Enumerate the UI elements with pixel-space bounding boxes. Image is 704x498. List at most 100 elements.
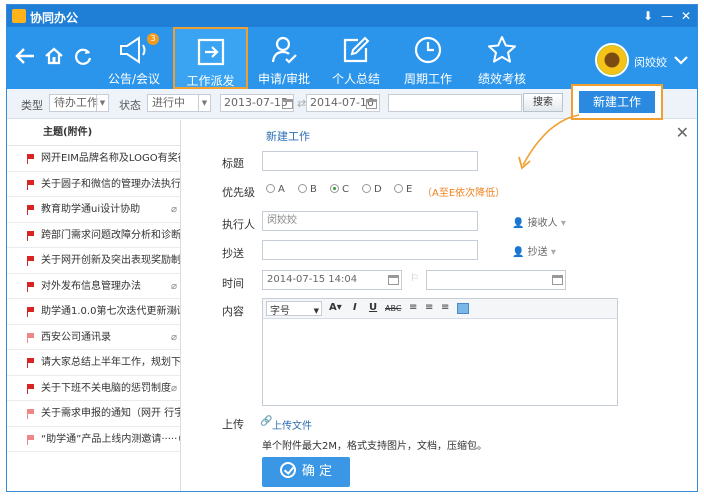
list-item[interactable]: 西安公司通讯录 ⌀ [7,325,180,350]
confirm-button[interactable]: 确 定 [262,457,350,487]
list-item[interactable]: 网开EIM品牌名称及LOGO有奖征集 [7,146,180,172]
filter-bar: 类型 待办工作 ▼ 状态 进行中 ▼ 2013-07-15 ⇄ 2014-07-… [7,84,697,120]
nav-label: 绩效考核 [477,72,526,86]
nav-label: 申请/审批 [257,72,311,86]
dropdown-arrow-icon: ▼ [313,307,319,315]
assignee-input[interactable]: 闵姣姣 [262,211,478,231]
list-item[interactable]: 助学通1.0.0第七次迭代更新测试 ⌀ [7,299,180,325]
list-item-title: 关于需求申报的通知（网开 行字003 [41,408,180,419]
dispatch-icon [197,38,224,66]
priority-radio-d[interactable]: D [362,184,382,195]
flag-icon [27,205,34,215]
font-size-select[interactable]: 字号 ▼ [266,301,322,317]
list-item[interactable]: “助学通”产品上线内测邀请·····（补 [7,427,180,452]
priority-radio-c[interactable]: C [330,184,349,195]
priority-radio-a[interactable]: A [266,184,285,195]
align-left-icon[interactable]: ≡ [409,302,417,313]
status-select-value: 进行中 [152,96,185,109]
calendar-icon[interactable] [388,275,399,285]
italic-icon[interactable]: I [353,302,357,313]
upload-label: 上传 [222,418,244,431]
home-icon[interactable] [44,46,64,66]
cc-input[interactable] [262,240,478,260]
content-editor[interactable]: 字号 ▼ A▾ I U ABC ≡ ≡ ≡ [262,298,618,406]
list-item-title: “助学通”产品上线内测邀请·····（补 [41,433,180,445]
nav-label: 公告/会议 [107,72,161,86]
list-item-title: 教育助学通ui设计协助 [41,204,141,215]
nav-approval[interactable]: 申请/审批 [253,27,315,89]
check-circle-icon [279,462,296,478]
new-work-form: ✕ 新建工作 标题 优先级 A B C D E （A至E依次降低） 执行人 闵姣… [182,120,697,491]
pin-button[interactable]: ⬇ [639,7,657,25]
nav-announcements[interactable]: 3 公告/会议 [103,27,165,89]
list-item[interactable]: 关于网开创新及突出表现奖励制度 ⌀ [7,248,180,274]
minimize-button[interactable]: — [658,7,676,25]
list-item-title: 网开EIM品牌名称及LOGO有奖征集 [41,153,180,164]
chevron-down-icon[interactable] [673,55,689,65]
new-work-button[interactable]: 新建工作 [579,91,655,113]
list-item-title: 关于圆子和微信的管理办法执行事宜 [41,178,180,190]
calendar-icon[interactable] [552,275,563,285]
paperclip-icon: ⌀ [170,255,177,266]
user-name[interactable]: 闵姣姣 [634,54,667,70]
flag-icon [27,383,34,394]
keyword-input[interactable] [388,94,522,112]
receiver-picker[interactable]: 👤 接收人 ▾ [512,214,566,229]
underline-icon[interactable]: U [369,302,377,313]
list-item[interactable]: 教育助学通ui设计协助 ⌀ [7,197,180,223]
calendar-icon[interactable] [282,99,293,109]
user-avatar[interactable] [595,43,629,77]
paperclip-icon[interactable]: 🔗 [260,416,272,427]
list-item[interactable]: 跨部门需求问题改障分析和诊断处理 [7,223,180,248]
date-to-value: 2014-07-16 [310,96,374,109]
strikethrough-icon[interactable]: ABC [385,304,401,313]
flag-icon [27,179,34,190]
time-end-input[interactable] [426,270,566,290]
title-input[interactable] [262,151,478,171]
type-select[interactable]: 待办工作 ▼ [49,94,109,112]
flag-icon [27,332,34,343]
insert-image-icon[interactable] [457,303,469,314]
font-color-icon[interactable]: A▾ [329,302,342,313]
search-button[interactable]: 搜索 [523,93,563,112]
range-separator-icon: ⇄ [297,97,307,110]
work-list: 主题(附件) 网开EIM品牌名称及LOGO有奖征集关于圆子和微信的管理办法执行事… [7,120,181,491]
list-item[interactable]: 请大家总结上半年工作，规划下半年 [7,350,180,376]
main-nav: 3 公告/会议 工作派发 申请/审批 个人总结 周期工作 绩效考核 闵姣姣 [7,27,697,89]
nav-performance[interactable]: 绩效考核 [471,27,533,89]
priority-radio-e[interactable]: E [394,184,412,195]
list-item[interactable]: 对外发布信息管理办法 ⌀ [7,274,180,299]
list-item[interactable]: 关于圆子和微信的管理办法执行事宜 [7,172,180,197]
paperclip-icon: ⌀ [170,382,177,394]
flag-icon [27,256,34,266]
close-icon[interactable]: ✕ [676,123,689,142]
flag-icon: ⚐ [410,273,419,284]
priority-radio-b[interactable]: B [298,184,317,195]
paperclip-icon: ⌀ [170,331,177,343]
align-right-icon[interactable]: ≡ [441,302,449,313]
upload-file-link[interactable]: 上传文件 [272,417,312,432]
nav-periodic[interactable]: 周期工作 [397,27,459,89]
notification-badge: 3 [147,33,159,45]
refresh-icon[interactable] [73,46,93,66]
nav-summary[interactable]: 个人总结 [325,27,387,89]
back-icon[interactable] [15,47,35,65]
title-bar: 协同办公 ⬇ — ✕ [7,5,697,27]
flag-icon [27,230,34,241]
status-select[interactable]: 进行中 ▼ [147,94,211,112]
time-start-input[interactable]: 2014-07-15 14:04 [262,270,402,290]
annotation-arrow-icon [518,114,580,170]
app-logo-icon [12,9,26,23]
nav-dispatch[interactable]: 工作派发 [173,27,248,89]
type-select-value: 待办工作 [54,96,98,109]
calendar-icon[interactable] [366,99,377,109]
cc-picker[interactable]: 👤 抄送 ▾ [512,243,556,258]
list-item[interactable]: 关于下班不关电脑的惩罚制度 ⌀ [7,376,180,401]
align-center-icon[interactable]: ≡ [425,302,433,313]
chevron-down-icon: ▾ [560,218,566,229]
upload-note: 单个附件最大2M，格式支持图片，文档，压缩包。 [262,441,487,452]
close-window-button[interactable]: ✕ [677,7,695,25]
list-item[interactable]: 关于需求申报的通知（网开 行字003 [7,401,180,427]
person-icon: 👤 [512,218,525,229]
person-check-icon [271,36,297,64]
